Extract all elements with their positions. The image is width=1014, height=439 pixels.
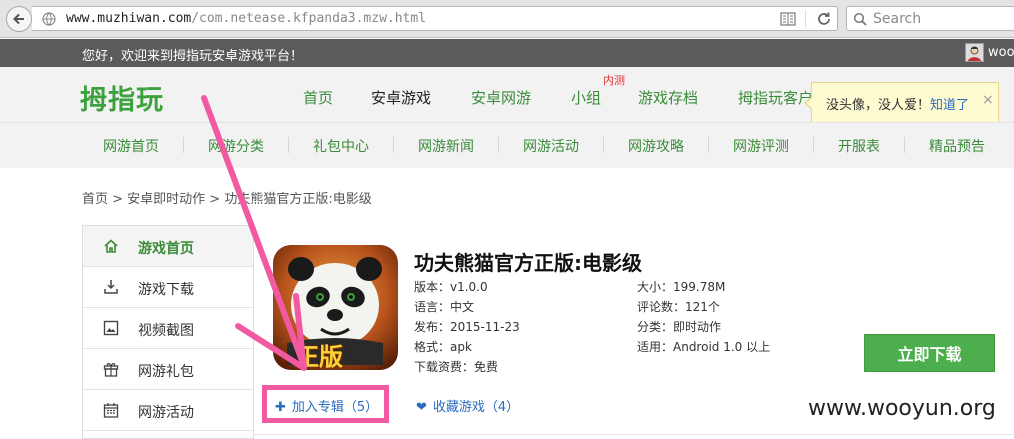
official-badge: 正版 [295, 343, 343, 370]
download-icon [104, 280, 118, 294]
nav-android-games[interactable]: 安卓游戏 [371, 87, 431, 108]
sidebar-item-label: 网游活动 [138, 405, 194, 421]
subnav-divider [813, 137, 814, 153]
user-avatar[interactable] [965, 43, 984, 62]
sidebar-item-game-home[interactable]: 游戏首页 [83, 226, 253, 267]
reader-view-icon[interactable] [780, 12, 796, 26]
subnav-reviews[interactable]: 网游评测 [733, 136, 789, 156]
subnav-gift-center[interactable]: 礼包中心 [313, 136, 369, 156]
browser-toolbar: www.muzhiwan.com/com.netease.kfpanda3.mz… [0, 0, 1014, 38]
sidebar-item-screenshots[interactable]: 视频截图 [83, 308, 253, 349]
subnav-events[interactable]: 网游活动 [523, 136, 579, 156]
sidebar-item-label: 视频截图 [138, 323, 194, 339]
close-icon[interactable]: × [982, 92, 994, 108]
avatar-tooltip: 没头像，没人爱！知道了 × [804, 82, 999, 124]
subnav-divider [183, 137, 184, 153]
info-compatibility: 适用：Android 1.0 以上 [637, 340, 771, 354]
url-separator [805, 10, 806, 28]
subnav-divider [904, 137, 905, 153]
browser-search-input[interactable]: Search [846, 6, 1014, 31]
nav-game-saves[interactable]: 游戏存档 [638, 87, 698, 108]
download-now-button[interactable]: 立即下载 [864, 334, 995, 372]
back-arrow-icon [13, 13, 24, 25]
default-avatar-icon [968, 46, 981, 61]
game-title: 功夫熊猫官方正版:电影级 [414, 251, 642, 275]
info-comments: 评论数：121个 [637, 300, 720, 314]
info-category: 分类：即时动作 [637, 320, 722, 334]
subnav-divider [603, 137, 604, 153]
info-format: 格式：apk [414, 340, 472, 354]
subnav-categories[interactable]: 网游分类 [208, 136, 264, 156]
sub-navigation: 网游首页 网游分类 礼包中心 网游新闻 网游活动 网游攻略 网游评测 开服表 精… [0, 122, 1014, 168]
sidebar-item-download[interactable]: 游戏下载 [83, 267, 253, 308]
game-icon-image: 正版 [273, 245, 398, 370]
subnav-divider [393, 137, 394, 153]
reload-icon[interactable] [816, 11, 832, 27]
url-text: www.muzhiwan.com/com.netease.kfpanda3.mz… [66, 11, 427, 26]
image-icon [103, 320, 119, 336]
subnav-news[interactable]: 网游新闻 [418, 136, 474, 156]
welcome-text: 您好，欢迎来到拇指玩安卓游戏平台！ [82, 49, 304, 64]
sidebar-item-label: 网游礼包 [138, 364, 194, 380]
subnav-guides[interactable]: 网游攻略 [628, 136, 684, 156]
sidebar-item-label: 游戏下载 [138, 282, 194, 298]
address-bar[interactable]: www.muzhiwan.com/com.netease.kfpanda3.mz… [32, 6, 838, 31]
nav-client[interactable]: 拇指玩客户 [738, 87, 813, 108]
info-size: 大小：199.78M [637, 280, 726, 294]
watermark: www.wooyun.org [808, 396, 996, 421]
sidebar-item-gifts[interactable]: 网游礼包 [83, 349, 253, 390]
sidebar-item-label: 游戏首页 [138, 241, 194, 257]
info-language: 语言：中文 [414, 300, 475, 314]
content-divider [254, 434, 1014, 435]
subnav-divider [288, 137, 289, 153]
subnav-online-home[interactable]: 网游首页 [103, 136, 159, 156]
globe-icon [42, 12, 56, 26]
info-release-date: 发布：2015-11-23 [414, 320, 520, 334]
subnav-divider [498, 137, 499, 153]
nav-groups[interactable]: 小组 [571, 87, 601, 108]
game-sidebar: 游戏首页 游戏下载 视频截图 网游礼包 网游活动 [82, 225, 254, 439]
nav-android-online-games[interactable]: 安卓网游 [471, 87, 531, 108]
heart-icon: ❤ [416, 400, 427, 415]
highlight-annotation-box [262, 385, 389, 423]
nav-home[interactable]: 首页 [303, 87, 333, 108]
username-link[interactable]: wooy [988, 45, 1014, 60]
search-icon [853, 12, 867, 26]
subnav-divider [708, 137, 709, 153]
back-button[interactable] [6, 6, 32, 32]
info-price: 下载资费：免费 [414, 360, 499, 374]
info-version: 版本：v1.0.0 [414, 280, 488, 294]
beta-badge: 内测 [603, 74, 625, 87]
favorite-game-link[interactable]: ❤ 收藏游戏（4） [416, 396, 519, 415]
subnav-previews[interactable]: 精品预告 [929, 136, 985, 156]
sidebar-item-events[interactable]: 网游活动 [83, 390, 253, 431]
home-icon [104, 239, 118, 253]
welcome-bar: 您好，欢迎来到拇指玩安卓游戏平台！ wooy [0, 39, 1014, 67]
search-placeholder: Search [873, 11, 922, 27]
gift-icon [103, 363, 119, 377]
tooltip-text: 没头像，没人爱！知道了 [826, 98, 970, 113]
breadcrumb[interactable]: 首页 > 安卓即时动作 > 功夫熊猫官方正版:电影级 [82, 188, 372, 207]
calendar-icon [103, 403, 119, 418]
tooltip-got-it-link[interactable]: 知道了 [930, 98, 969, 113]
subnav-server-list[interactable]: 开服表 [838, 136, 880, 156]
site-logo[interactable]: 拇指玩 [80, 78, 164, 117]
